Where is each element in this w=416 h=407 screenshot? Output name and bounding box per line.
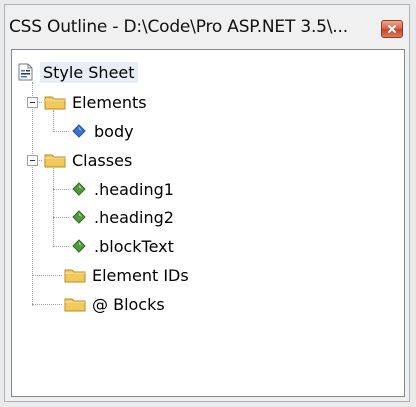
tree-connector (53, 131, 69, 132)
tree-node-label: Elements (72, 92, 147, 112)
tree-connector (53, 246, 69, 247)
window-title: CSS Outline - D:\Code\Pro ASP.NET 3.5\..… (9, 17, 348, 37)
stylesheet-icon (18, 63, 33, 81)
tree-node-label: Element IDs (92, 265, 189, 285)
title-bar[interactable]: CSS Outline - D:\Code\Pro ASP.NET 3.5\..… (5, 5, 409, 49)
tree-node-label: body (94, 121, 134, 141)
tree-node-class-heading1[interactable]: .heading1 (72, 178, 174, 200)
tree-node-class-heading2[interactable]: .heading2 (72, 206, 174, 228)
class-green-diamond-icon (72, 182, 86, 196)
class-green-diamond-icon (72, 210, 86, 224)
folder-icon (44, 154, 66, 168)
class-green-diamond-icon (72, 239, 86, 253)
collapse-toggle-elements[interactable] (27, 97, 38, 108)
tree-node-label: .heading2 (94, 207, 174, 227)
css-outline-window: CSS Outline - D:\Code\Pro ASP.NET 3.5\..… (4, 4, 410, 402)
css-outline-tree[interactable]: Style Sheet Elements body Classes .headi… (11, 49, 405, 397)
tree-node-class-blocktext[interactable]: .blockText (72, 235, 174, 257)
tree-node-classes[interactable]: Classes (44, 149, 132, 171)
close-icon (388, 25, 396, 33)
tree-node-element-ids[interactable]: Element IDs (64, 264, 189, 286)
tree-node-elements[interactable]: Elements (44, 91, 147, 113)
tree-node-style-sheet[interactable]: Style Sheet (18, 61, 138, 83)
tree-connector (32, 275, 62, 276)
tree-connector (53, 189, 69, 190)
collapse-toggle-classes[interactable] (27, 155, 38, 166)
tree-connector (53, 217, 69, 218)
tree-node-label: .blockText (94, 236, 174, 256)
tree-node-body[interactable]: body (72, 120, 134, 142)
tree-node-at-blocks[interactable]: @ Blocks (64, 293, 165, 315)
folder-icon (64, 269, 86, 283)
tree-node-label: .heading1 (94, 179, 174, 199)
tree-node-label: @ Blocks (92, 294, 165, 314)
close-button[interactable] (381, 20, 403, 38)
tree-connector (53, 168, 54, 247)
tree-connector (53, 110, 54, 132)
folder-icon (44, 96, 66, 110)
tree-node-label: Classes (72, 150, 133, 170)
tree-node-label: Style Sheet (40, 61, 138, 83)
element-blue-diamond-icon (72, 124, 86, 138)
tree-connector-root (32, 82, 33, 306)
tree-connector (32, 304, 62, 305)
folder-icon (64, 298, 86, 312)
